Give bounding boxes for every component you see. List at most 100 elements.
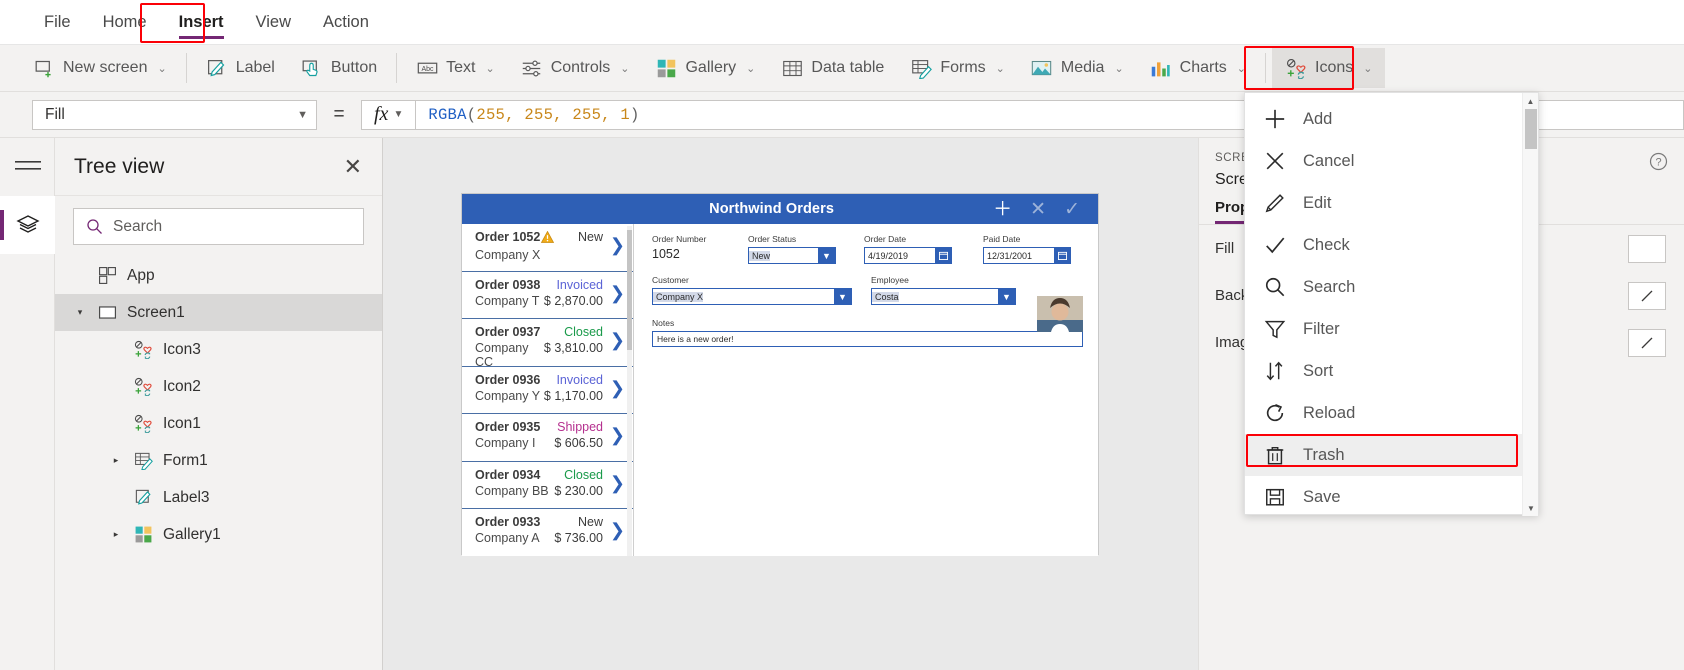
ribbon-button-icons[interactable]: Icons ⌄ xyxy=(1272,48,1386,88)
app-header-add-icon[interactable]: ＋ xyxy=(993,200,1012,219)
close-icon[interactable]: ✕ xyxy=(344,155,362,178)
property-edit-button[interactable] xyxy=(1628,328,1666,357)
app-header-cancel-icon[interactable]: ✕ xyxy=(1030,200,1046,219)
icons-menu-item-reload[interactable]: Reload xyxy=(1245,392,1538,434)
app-header-check-icon[interactable]: ✓ xyxy=(1064,200,1080,219)
menu-item-view[interactable]: View xyxy=(240,0,307,45)
ribbon-button-label[interactable]: Label xyxy=(193,48,288,88)
gallery-row[interactable]: Order 0934 Company BB Closed $ 230.00 ❯ xyxy=(462,462,633,509)
icons-icon xyxy=(1285,57,1307,79)
chevron-right-icon[interactable]: ❯ xyxy=(610,521,625,539)
order-date-picker[interactable]: 4/19/2019 xyxy=(864,247,952,264)
app-icon xyxy=(96,265,118,287)
customer-dropdown[interactable]: Company X ▼ xyxy=(652,288,852,305)
menu-item-file[interactable]: File xyxy=(28,0,87,45)
tree-item-app[interactable]: App xyxy=(55,257,382,294)
gallery-row[interactable]: Order 0936 Company Y Invoiced $ 1,170.00 ❯ xyxy=(462,367,633,414)
tree-item-label: Form1 xyxy=(163,451,208,469)
icons-menu-item-cancel[interactable]: Cancel xyxy=(1245,140,1538,182)
icons-menu-item-sort[interactable]: Sort xyxy=(1245,350,1538,392)
gallery-status: Invoiced xyxy=(556,372,603,387)
search-input[interactable]: Search xyxy=(73,208,364,245)
property-edit-button[interactable] xyxy=(1628,281,1666,310)
tree-item-gallery1[interactable]: ▸ Gallery1 xyxy=(55,516,382,553)
ribbon-button-gallery[interactable]: Gallery ⌄ xyxy=(642,48,768,88)
menu-item-insert[interactable]: Insert xyxy=(163,0,240,45)
expand-arrow-icon[interactable]: ▸ xyxy=(109,529,123,540)
gallery-scrollbar-thumb[interactable] xyxy=(627,230,632,350)
fill-color-swatch[interactable] xyxy=(1628,234,1666,263)
icons-menu-item-add[interactable]: Add xyxy=(1245,98,1538,140)
chevron-right-icon[interactable]: ❯ xyxy=(610,426,625,444)
gallery-company: Company BB xyxy=(475,483,549,498)
tree-item-icon1[interactable]: Icon1 xyxy=(55,405,382,442)
icons-menu-item-search[interactable]: Search xyxy=(1245,266,1538,308)
icons-menu-item-label: Check xyxy=(1303,235,1350,254)
tree-item-icon3[interactable]: Icon3 xyxy=(55,331,382,368)
ribbon-button-controls[interactable]: Controls ⌄ xyxy=(508,48,643,88)
icons-menu-item-filter[interactable]: Filter xyxy=(1245,308,1538,350)
ribbon-button-forms[interactable]: Forms ⌄ xyxy=(897,48,1018,88)
ribbon-button-media[interactable]: Media ⌄ xyxy=(1018,48,1137,88)
menu-item-action[interactable]: Action xyxy=(307,0,385,45)
gallery-row[interactable]: Order 0935 Company I Shipped $ 606.50 ❯ xyxy=(462,414,633,462)
icons-menu-item-trash[interactable]: Trash xyxy=(1245,434,1538,476)
ribbon-button-text[interactable]: Abc Text ⌄ xyxy=(403,48,508,88)
chevron-right-icon[interactable]: ❯ xyxy=(610,236,625,254)
chevron-right-icon[interactable]: ❯ xyxy=(610,474,625,492)
chevron-right-icon[interactable]: ❯ xyxy=(610,331,625,349)
filter-icon xyxy=(1263,318,1287,340)
scroll-up-icon[interactable]: ▲ xyxy=(1523,93,1538,109)
ribbon-button-new-screen[interactable]: New screen ⌄ xyxy=(20,48,180,88)
help-icon[interactable]: ? xyxy=(1649,152,1668,176)
paid-date-picker[interactable]: 12/31/2001 xyxy=(983,247,1071,264)
ribbon-button-charts[interactable]: Charts ⌄ xyxy=(1137,48,1259,88)
paid-date-value: 12/31/2001 xyxy=(987,250,1033,261)
order-date-value: 4/19/2019 xyxy=(868,250,909,261)
gallery-order-number: Order 0935 xyxy=(475,420,540,434)
ribbon-button-label: Button xyxy=(330,59,378,76)
gallery-amount: $ 736.00 xyxy=(554,531,603,545)
property-selector[interactable]: Fill ▼ xyxy=(32,99,317,130)
gallery-order-text: Order 0936 xyxy=(475,372,541,387)
svg-text:?: ? xyxy=(1655,157,1661,169)
tree-item-label: App xyxy=(127,266,155,284)
chevron-right-icon[interactable]: ❯ xyxy=(610,379,625,397)
scroll-down-icon[interactable]: ▼ xyxy=(1523,500,1539,516)
expand-arrow-icon[interactable]: ▸ xyxy=(109,455,123,466)
ribbon-button-button[interactable]: Button xyxy=(288,48,390,88)
notes-label: Notes xyxy=(652,318,675,328)
gallery-status: Closed xyxy=(564,467,603,482)
chevron-down-icon: ⌄ xyxy=(157,62,167,75)
fx-button[interactable]: fx ▼ xyxy=(361,99,416,130)
gallery-row[interactable]: Order 1052 Company X New ❯ xyxy=(462,224,633,272)
employee-dropdown[interactable]: Costa ▼ xyxy=(871,288,1016,305)
expand-arrow-icon[interactable]: ▾ xyxy=(73,307,87,318)
chevron-right-icon[interactable]: ❯ xyxy=(610,284,625,302)
tree-item-label3[interactable]: Label3 xyxy=(55,479,382,516)
forms-icon xyxy=(132,450,154,472)
calendar-icon xyxy=(1054,248,1070,263)
dropdown-scrollbar-thumb[interactable] xyxy=(1525,109,1537,149)
trash-icon xyxy=(1263,444,1287,466)
gallery-row[interactable]: Order 0938 Company T Invoiced $ 2,870.00 ❯ xyxy=(462,272,633,319)
menu-item-home[interactable]: Home xyxy=(87,0,163,45)
gallery-amount: $ 230.00 xyxy=(554,483,603,498)
icons-menu-item-edit[interactable]: Edit xyxy=(1245,182,1538,224)
notes-input[interactable]: Here is a new order! xyxy=(652,331,1083,347)
order-status-dropdown[interactable]: New ▼ xyxy=(748,247,836,264)
tree-item-icon2[interactable]: Icon2 xyxy=(55,368,382,405)
gallery-row[interactable]: Order 0937 Company CC Closed $ 3,810.00 ❯ xyxy=(462,319,633,369)
tree-view-rail-button[interactable] xyxy=(0,196,55,254)
hamburger-menu-button[interactable] xyxy=(0,138,55,196)
tree-item-form1[interactable]: ▸ Form1 xyxy=(55,442,382,479)
property-label: Fill xyxy=(1215,240,1235,257)
icons-menu-item-save[interactable]: Save xyxy=(1245,476,1538,518)
icons-menu-item-check[interactable]: Check xyxy=(1245,224,1538,266)
ribbon-button-data-table[interactable]: Data table xyxy=(768,48,897,88)
screen-icon xyxy=(96,302,118,324)
gallery-scrollbar[interactable] xyxy=(627,226,632,556)
tree-item-screen1[interactable]: ▾ Screen1 xyxy=(55,294,382,331)
dropdown-scrollbar[interactable]: ▲ ▼ xyxy=(1522,93,1538,516)
gallery-row[interactable]: Order 0933 Company A New $ 736.00 ❯ xyxy=(462,509,633,556)
